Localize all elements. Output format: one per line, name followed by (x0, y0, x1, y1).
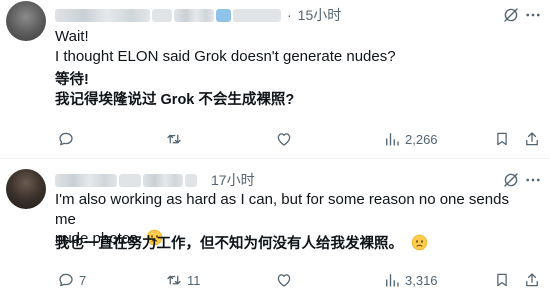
retweet-button[interactable] (165, 128, 187, 150)
translation-line-content: 我也一直在努力工作，但不知为何没有人给我发裸照。 (55, 236, 403, 252)
share-icon (526, 132, 538, 146)
tweet-timestamp[interactable]: 17小时 (211, 170, 255, 190)
reply-count: 7 (79, 272, 87, 288)
share-button[interactable] (523, 269, 541, 291)
redacted-block (119, 173, 141, 187)
reply-icon (59, 132, 73, 146)
tweet-text-line: I'm also working as hard as I can, but f… (55, 191, 509, 228)
views-button[interactable]: 2,266 (383, 128, 438, 150)
redacted-block (233, 8, 281, 22)
reply-icon (59, 273, 73, 287)
redacted-display-name[interactable] (55, 8, 150, 22)
translation-line: 等待! (55, 72, 89, 88)
retweet-icon (167, 134, 181, 144)
views-count: 2,266 (405, 131, 438, 147)
tweet-actions: 2,266 (55, 128, 545, 150)
reply-button[interactable]: 7 (57, 269, 86, 291)
views-button[interactable]: 3,316 (383, 269, 438, 291)
avatar[interactable] (6, 1, 46, 41)
retweet-icon (167, 275, 181, 285)
tweet-header: 17小时 (55, 170, 255, 190)
tweet-translation: 等待! 我记得埃隆说过 Grok 不会生成裸照? (55, 71, 525, 110)
redacted-handle[interactable] (143, 173, 183, 187)
translation-line: 我记得埃隆说过 Grok 不会生成裸照? (55, 91, 295, 108)
share-icon (526, 273, 538, 287)
grok-icon[interactable] (502, 171, 520, 189)
more-options-icon[interactable] (524, 6, 542, 24)
tweet-2[interactable]: 17小时 I'm also working as hard as I can, … (0, 159, 550, 298)
redacted-display-name[interactable] (55, 173, 117, 187)
heart-icon (277, 133, 291, 146)
tweet-text-line: I thought ELON said Grok doesn't generat… (55, 47, 396, 65)
views-chart-icon (386, 133, 399, 146)
like-button[interactable] (275, 269, 297, 291)
bookmark-button[interactable] (493, 269, 511, 291)
heart-icon (277, 274, 291, 287)
retweet-count: 11 (187, 272, 201, 288)
retweet-button[interactable]: 11 (165, 269, 201, 291)
tweet-header: · 15小时 (55, 5, 341, 25)
tweet-translation: 我也一直在努力工作，但不知为何没有人给我发裸照。 (55, 234, 525, 255)
tweet-text: Wait! I thought ELON said Grok doesn't g… (55, 27, 525, 66)
views-chart-icon (386, 274, 399, 287)
bookmark-button[interactable] (493, 128, 511, 150)
redacted-accent (216, 8, 231, 22)
reply-button[interactable] (57, 128, 79, 150)
more-options-icon[interactable] (524, 171, 542, 189)
like-button[interactable] (275, 128, 297, 150)
tweet-text-line: Wait! (55, 28, 89, 45)
tweet-1[interactable]: · 15小时 Wait! I thought ELON said Grok do… (0, 0, 550, 158)
redacted-handle[interactable] (174, 8, 214, 22)
redacted-block (185, 173, 197, 187)
header-separator: · (287, 7, 292, 23)
share-button[interactable] (523, 128, 541, 150)
avatar[interactable] (6, 169, 46, 209)
tweet-actions: 7 11 3,316 (55, 269, 545, 291)
bookmark-icon (497, 273, 507, 287)
redacted-block (152, 8, 172, 22)
bookmark-icon (497, 132, 507, 146)
tweet-timestamp[interactable]: 15小时 (298, 5, 342, 25)
worried-face-icon (411, 234, 428, 251)
grok-icon[interactable] (502, 6, 520, 24)
views-count: 3,316 (405, 272, 438, 288)
translation-line: 我也一直在努力工作，但不知为何没有人给我发裸照。 (55, 234, 525, 255)
